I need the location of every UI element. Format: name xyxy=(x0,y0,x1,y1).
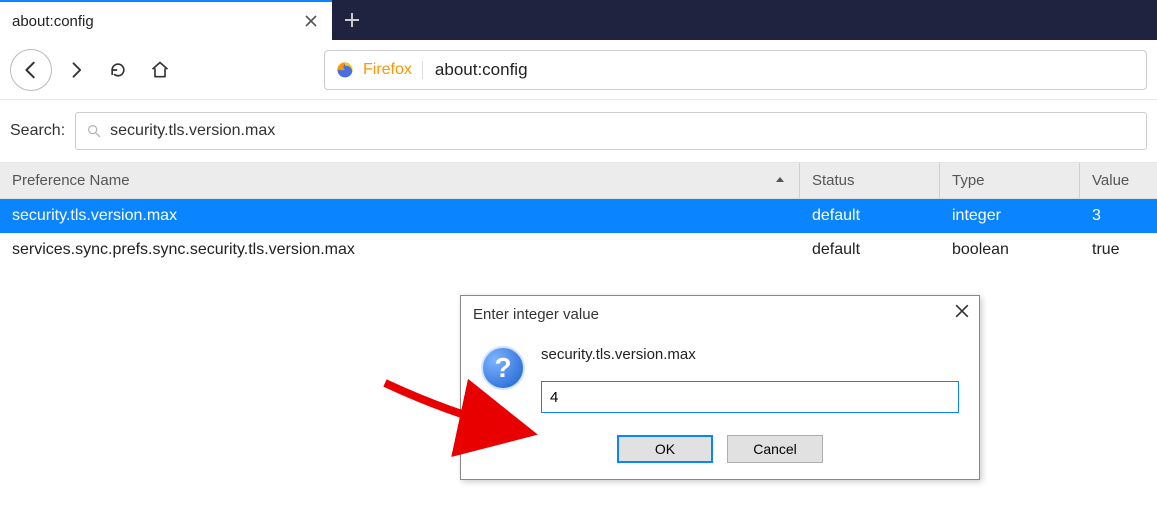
table-row[interactable]: services.sync.prefs.sync.security.tls.ve… xyxy=(0,233,1157,267)
table-row[interactable]: security.tls.version.max default integer… xyxy=(0,199,1157,233)
home-button[interactable] xyxy=(142,52,178,88)
integer-value-dialog: Enter integer value ? security.tls.versi… xyxy=(460,295,980,480)
cell-status: default xyxy=(800,207,940,225)
cell-name: services.sync.prefs.sync.security.tls.ve… xyxy=(0,241,800,259)
firefox-icon xyxy=(335,60,355,80)
urlbar-text: about:config xyxy=(431,60,528,80)
search-icon xyxy=(86,123,102,139)
search-input[interactable]: security.tls.version.max xyxy=(75,112,1147,150)
cell-value: 3 xyxy=(1080,207,1157,225)
cell-type: boolean xyxy=(940,241,1080,259)
cell-name: security.tls.version.max xyxy=(0,207,800,225)
col-name[interactable]: Preference Name xyxy=(0,163,800,198)
search-label: Search: xyxy=(10,122,65,140)
cell-type: integer xyxy=(940,207,1080,225)
close-icon[interactable] xyxy=(302,12,320,30)
forward-button[interactable] xyxy=(58,52,94,88)
nav-toolbar: Firefox about:config xyxy=(0,40,1157,100)
col-status[interactable]: Status xyxy=(800,163,940,198)
cell-value: true xyxy=(1080,241,1157,259)
col-type[interactable]: Type xyxy=(940,163,1080,198)
dialog-body: ? security.tls.version.max xyxy=(461,332,979,421)
tab-strip: about:config xyxy=(0,0,1157,40)
close-icon[interactable] xyxy=(955,304,969,322)
urlbar-brand: Firefox xyxy=(363,61,423,79)
url-bar[interactable]: Firefox about:config xyxy=(324,50,1147,90)
dialog-value-input[interactable] xyxy=(541,381,959,413)
dialog-title: Enter integer value xyxy=(473,306,599,323)
tab-active[interactable]: about:config xyxy=(0,0,332,40)
config-search-row: Search: security.tls.version.max xyxy=(0,100,1157,163)
cancel-button[interactable]: Cancel xyxy=(727,435,823,463)
dialog-pref-name: security.tls.version.max xyxy=(541,346,959,363)
tab-title: about:config xyxy=(12,13,302,30)
back-button[interactable] xyxy=(10,49,52,91)
reload-button[interactable] xyxy=(100,52,136,88)
dialog-actions: OK Cancel xyxy=(461,421,979,479)
question-icon: ? xyxy=(481,346,525,390)
cell-status: default xyxy=(800,241,940,259)
sort-asc-icon xyxy=(775,172,785,189)
col-value[interactable]: Value xyxy=(1080,163,1157,198)
prefs-table-header: Preference Name Status Type Value xyxy=(0,163,1157,199)
dialog-title-bar: Enter integer value xyxy=(461,296,979,332)
search-value: security.tls.version.max xyxy=(110,122,275,140)
new-tab-button[interactable] xyxy=(332,0,372,40)
ok-button[interactable]: OK xyxy=(617,435,713,463)
